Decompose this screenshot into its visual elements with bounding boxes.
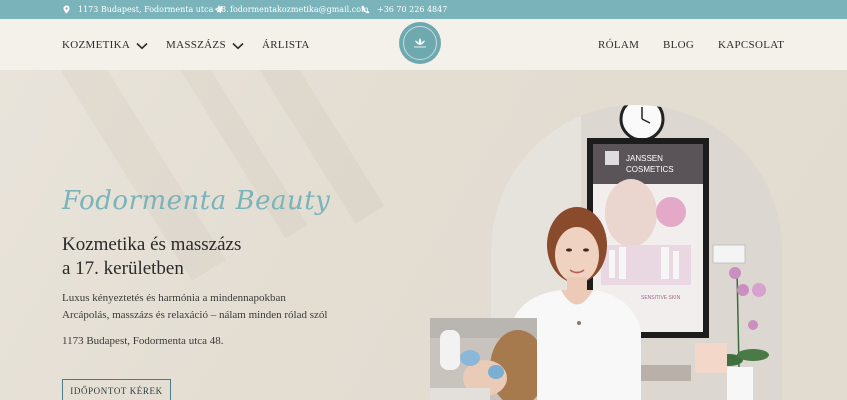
nav-arlista[interactable]: ÁRLISTA: [262, 19, 310, 70]
nav-arlista-label[interactable]: ÁRLISTA: [262, 39, 310, 51]
brand-script-title: Fodormenta Beauty: [62, 186, 331, 216]
nav-rolam-label[interactable]: RÓLAM: [598, 39, 639, 51]
treatment-photo-image: [430, 318, 537, 400]
hero-tagline-1: Luxus kényeztetés és harmónia a mindenna…: [62, 292, 286, 304]
nav-kozmetika-label[interactable]: KOZMETIKA: [62, 39, 130, 51]
nav-kapcsolat-label[interactable]: KAPCSOLAT: [718, 39, 784, 51]
chevron-down-icon[interactable]: [136, 41, 148, 49]
treatment-photo: [430, 318, 537, 400]
nav-masszazs-label[interactable]: MASSZÁZS: [166, 39, 226, 51]
nav-masszazs[interactable]: MASSZÁZS: [166, 19, 244, 70]
nav-blog[interactable]: BLOG: [663, 19, 694, 70]
logo-ring: [403, 26, 437, 60]
topbar-address: 1173 Budapest, Fodormenta utca 48.: [62, 0, 229, 19]
topbar-phone[interactable]: +36 70 226 4847: [361, 0, 447, 19]
poster-caption: SENSITIVE SKIN: [641, 295, 681, 301]
location-pin-icon: [62, 5, 71, 14]
nav-blog-label[interactable]: BLOG: [663, 39, 694, 51]
chevron-down-icon[interactable]: [232, 41, 244, 49]
hero-address: 1173 Budapest, Fodormenta utca 48.: [62, 335, 224, 347]
nav-kozmetika[interactable]: KOZMETIKA: [62, 19, 148, 70]
topbar-email-text[interactable]: fodormentakozmetika@gmail.com: [230, 5, 369, 14]
nav-rolam[interactable]: RÓLAM: [598, 19, 639, 70]
nav-kapcsolat[interactable]: KAPCSOLAT: [718, 19, 784, 70]
topbar-phone-text[interactable]: +36 70 226 4847: [377, 5, 447, 14]
poster-brand-2: COSMETICS: [626, 165, 674, 174]
logo-flower-icon: [414, 38, 426, 48]
hero-headline: Kozmetika és masszázs a 17. kerületben: [62, 233, 382, 281]
topbar-address-text: 1173 Budapest, Fodormenta utca 48.: [78, 5, 229, 14]
top-info-bar: 1173 Budapest, Fodormenta utca 48. fodor…: [0, 0, 847, 19]
poster-brand-1: JANSSEN: [626, 154, 663, 163]
hero-tagline-2: Arcápolás, masszázs és relaxáció – nálam…: [62, 309, 328, 321]
site-logo[interactable]: [399, 22, 441, 64]
hero-headline-line2: a 17. kerületben: [62, 258, 184, 279]
phone-icon: [361, 5, 370, 14]
send-icon: [214, 5, 223, 14]
hero-headline-line1: Kozmetika és masszázs: [62, 234, 242, 255]
topbar-email[interactable]: fodormentakozmetika@gmail.com: [214, 0, 369, 19]
book-appointment-button[interactable]: IDŐPONTOT KÉREK: [62, 379, 171, 400]
